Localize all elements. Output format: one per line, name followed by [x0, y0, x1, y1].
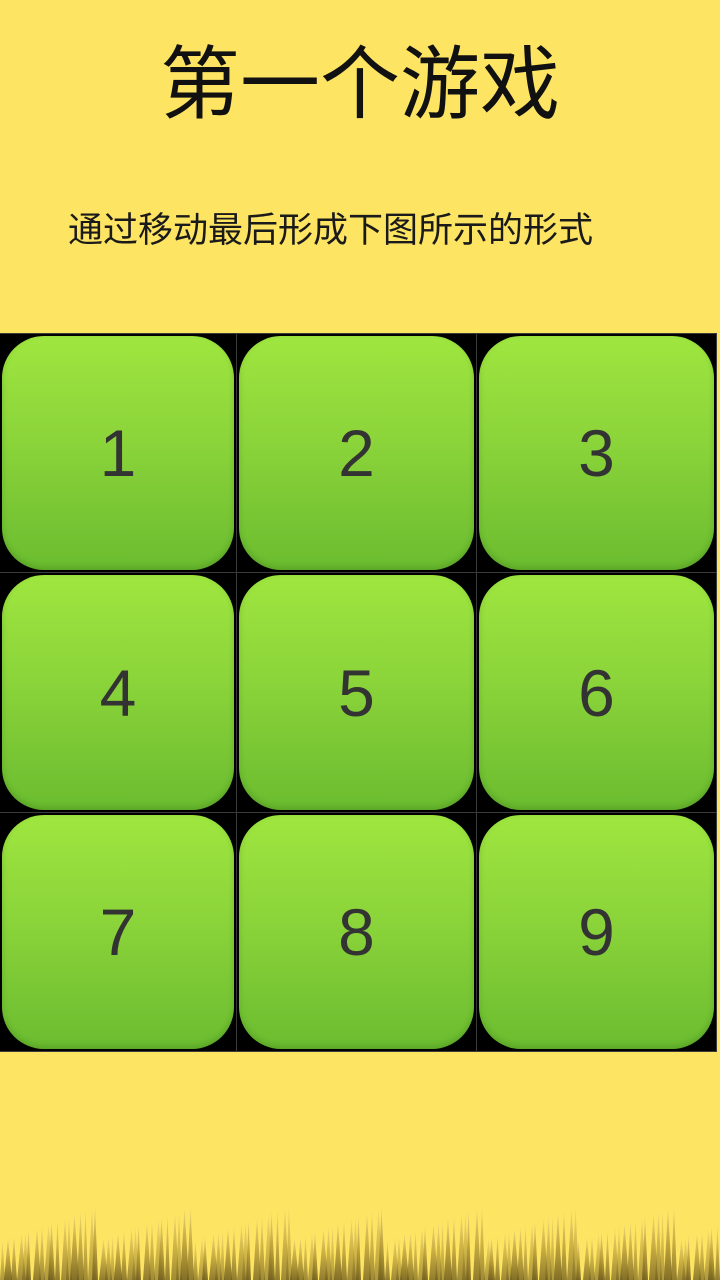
tile-number: 7 — [99, 895, 137, 969]
board-cell: 2 — [236, 333, 477, 573]
tile-1[interactable]: 1 — [2, 336, 234, 570]
game-title: 第一个游戏 — [160, 38, 560, 131]
board-cell: 3 — [476, 333, 717, 573]
tile-number: 9 — [578, 895, 615, 969]
instruction-text: 通过移动最后形成下图所示的形式 — [68, 211, 594, 251]
board-cell: 5 — [236, 572, 477, 813]
tile-number: 3 — [578, 416, 615, 490]
tile-number: 4 — [99, 655, 137, 730]
board-cell: 8 — [236, 812, 477, 1052]
tile-number: 6 — [578, 655, 615, 730]
tile-number: 1 — [99, 416, 137, 490]
board-cell: 4 — [0, 572, 237, 813]
board-cell: 7 — [0, 812, 237, 1052]
tile-2[interactable]: 2 — [239, 336, 474, 570]
grass-decoration — [0, 1206, 720, 1280]
tile-7[interactable]: 7 — [2, 815, 234, 1049]
board-cell: 6 — [476, 572, 717, 813]
board-cell: 9 — [476, 812, 717, 1052]
tile-9[interactable]: 9 — [479, 815, 714, 1049]
puzzle-board: 1 2 3 4 5 6 7 8 9 — [0, 333, 717, 1052]
tile-5[interactable]: 5 — [239, 575, 474, 810]
tile-6[interactable]: 6 — [479, 575, 714, 810]
tile-number: 2 — [338, 416, 375, 490]
tile-3[interactable]: 3 — [479, 336, 714, 570]
tile-number: 8 — [338, 895, 375, 969]
tile-number: 5 — [338, 655, 375, 730]
tile-4[interactable]: 4 — [2, 575, 234, 810]
tile-8[interactable]: 8 — [239, 815, 474, 1049]
board-cell: 1 — [0, 333, 237, 573]
